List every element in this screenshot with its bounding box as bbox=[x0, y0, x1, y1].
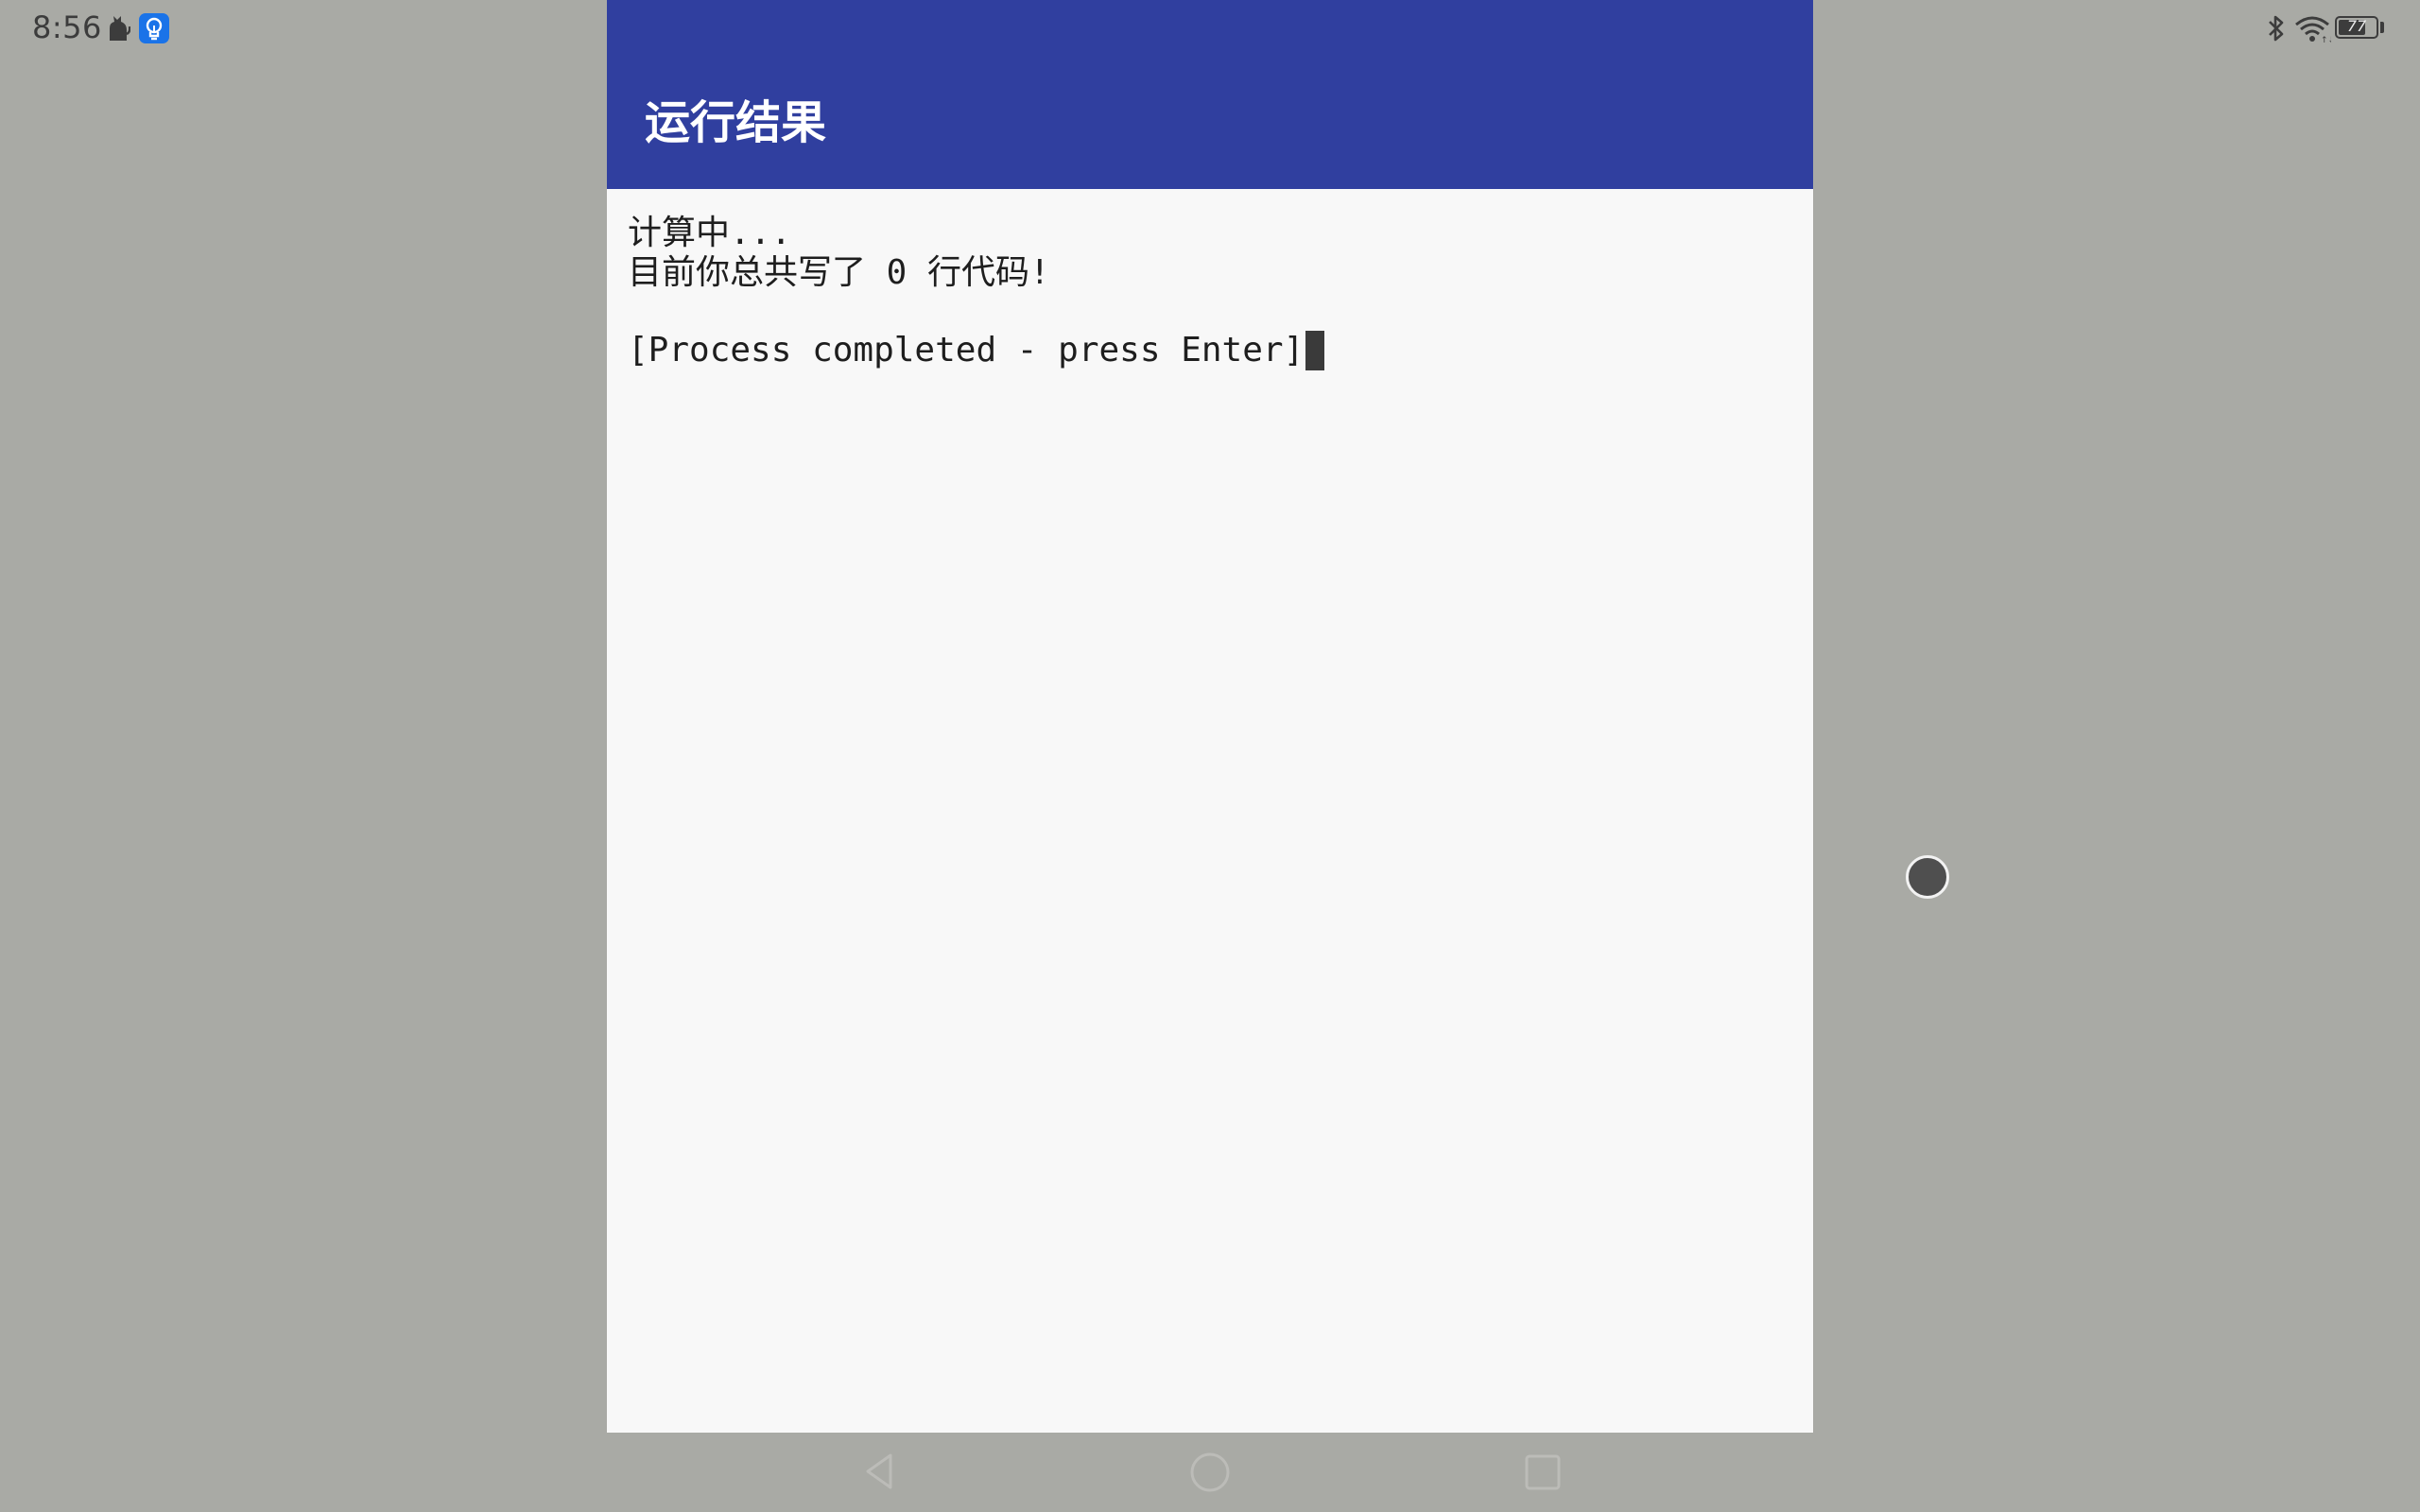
lightbulb-assistant-icon bbox=[139, 13, 169, 43]
terminal-final-line: [Process completed - press Enter] bbox=[628, 331, 1794, 370]
status-time: 8:56 bbox=[32, 9, 102, 45]
bluetooth-icon bbox=[2269, 15, 2284, 42]
back-icon[interactable] bbox=[858, 1450, 902, 1493]
terminal-line: 目前你总共写了 0 行代码! bbox=[628, 253, 1050, 292]
terminal-cursor bbox=[1305, 331, 1325, 370]
floating-assistive-button[interactable] bbox=[1906, 855, 1949, 899]
cat-icon bbox=[110, 16, 130, 41]
battery-icon: 77 bbox=[2335, 16, 2378, 39]
app-bar: 运行结果 bbox=[607, 0, 1813, 189]
home-icon[interactable] bbox=[1189, 1452, 1231, 1493]
terminal-output[interactable]: 计算中... 目前你总共写了 0 行代码! [Process completed… bbox=[628, 214, 1794, 370]
battery-level: 77 bbox=[2346, 17, 2367, 35]
page-title: 运行结果 bbox=[645, 96, 827, 149]
wifi-icon: ↑↓ bbox=[2295, 16, 2331, 43]
terminal-line: 计算中... bbox=[628, 214, 792, 252]
svg-text:↑↓: ↑↓ bbox=[2321, 36, 2331, 43]
recents-icon[interactable] bbox=[1524, 1453, 1562, 1491]
process-completed-text: [Process completed - press Enter] bbox=[628, 331, 1305, 369]
app-window: 运行结果 计算中... 目前你总共写了 0 行代码! [Process comp… bbox=[607, 0, 1813, 1433]
battery-tip bbox=[2380, 22, 2384, 33]
